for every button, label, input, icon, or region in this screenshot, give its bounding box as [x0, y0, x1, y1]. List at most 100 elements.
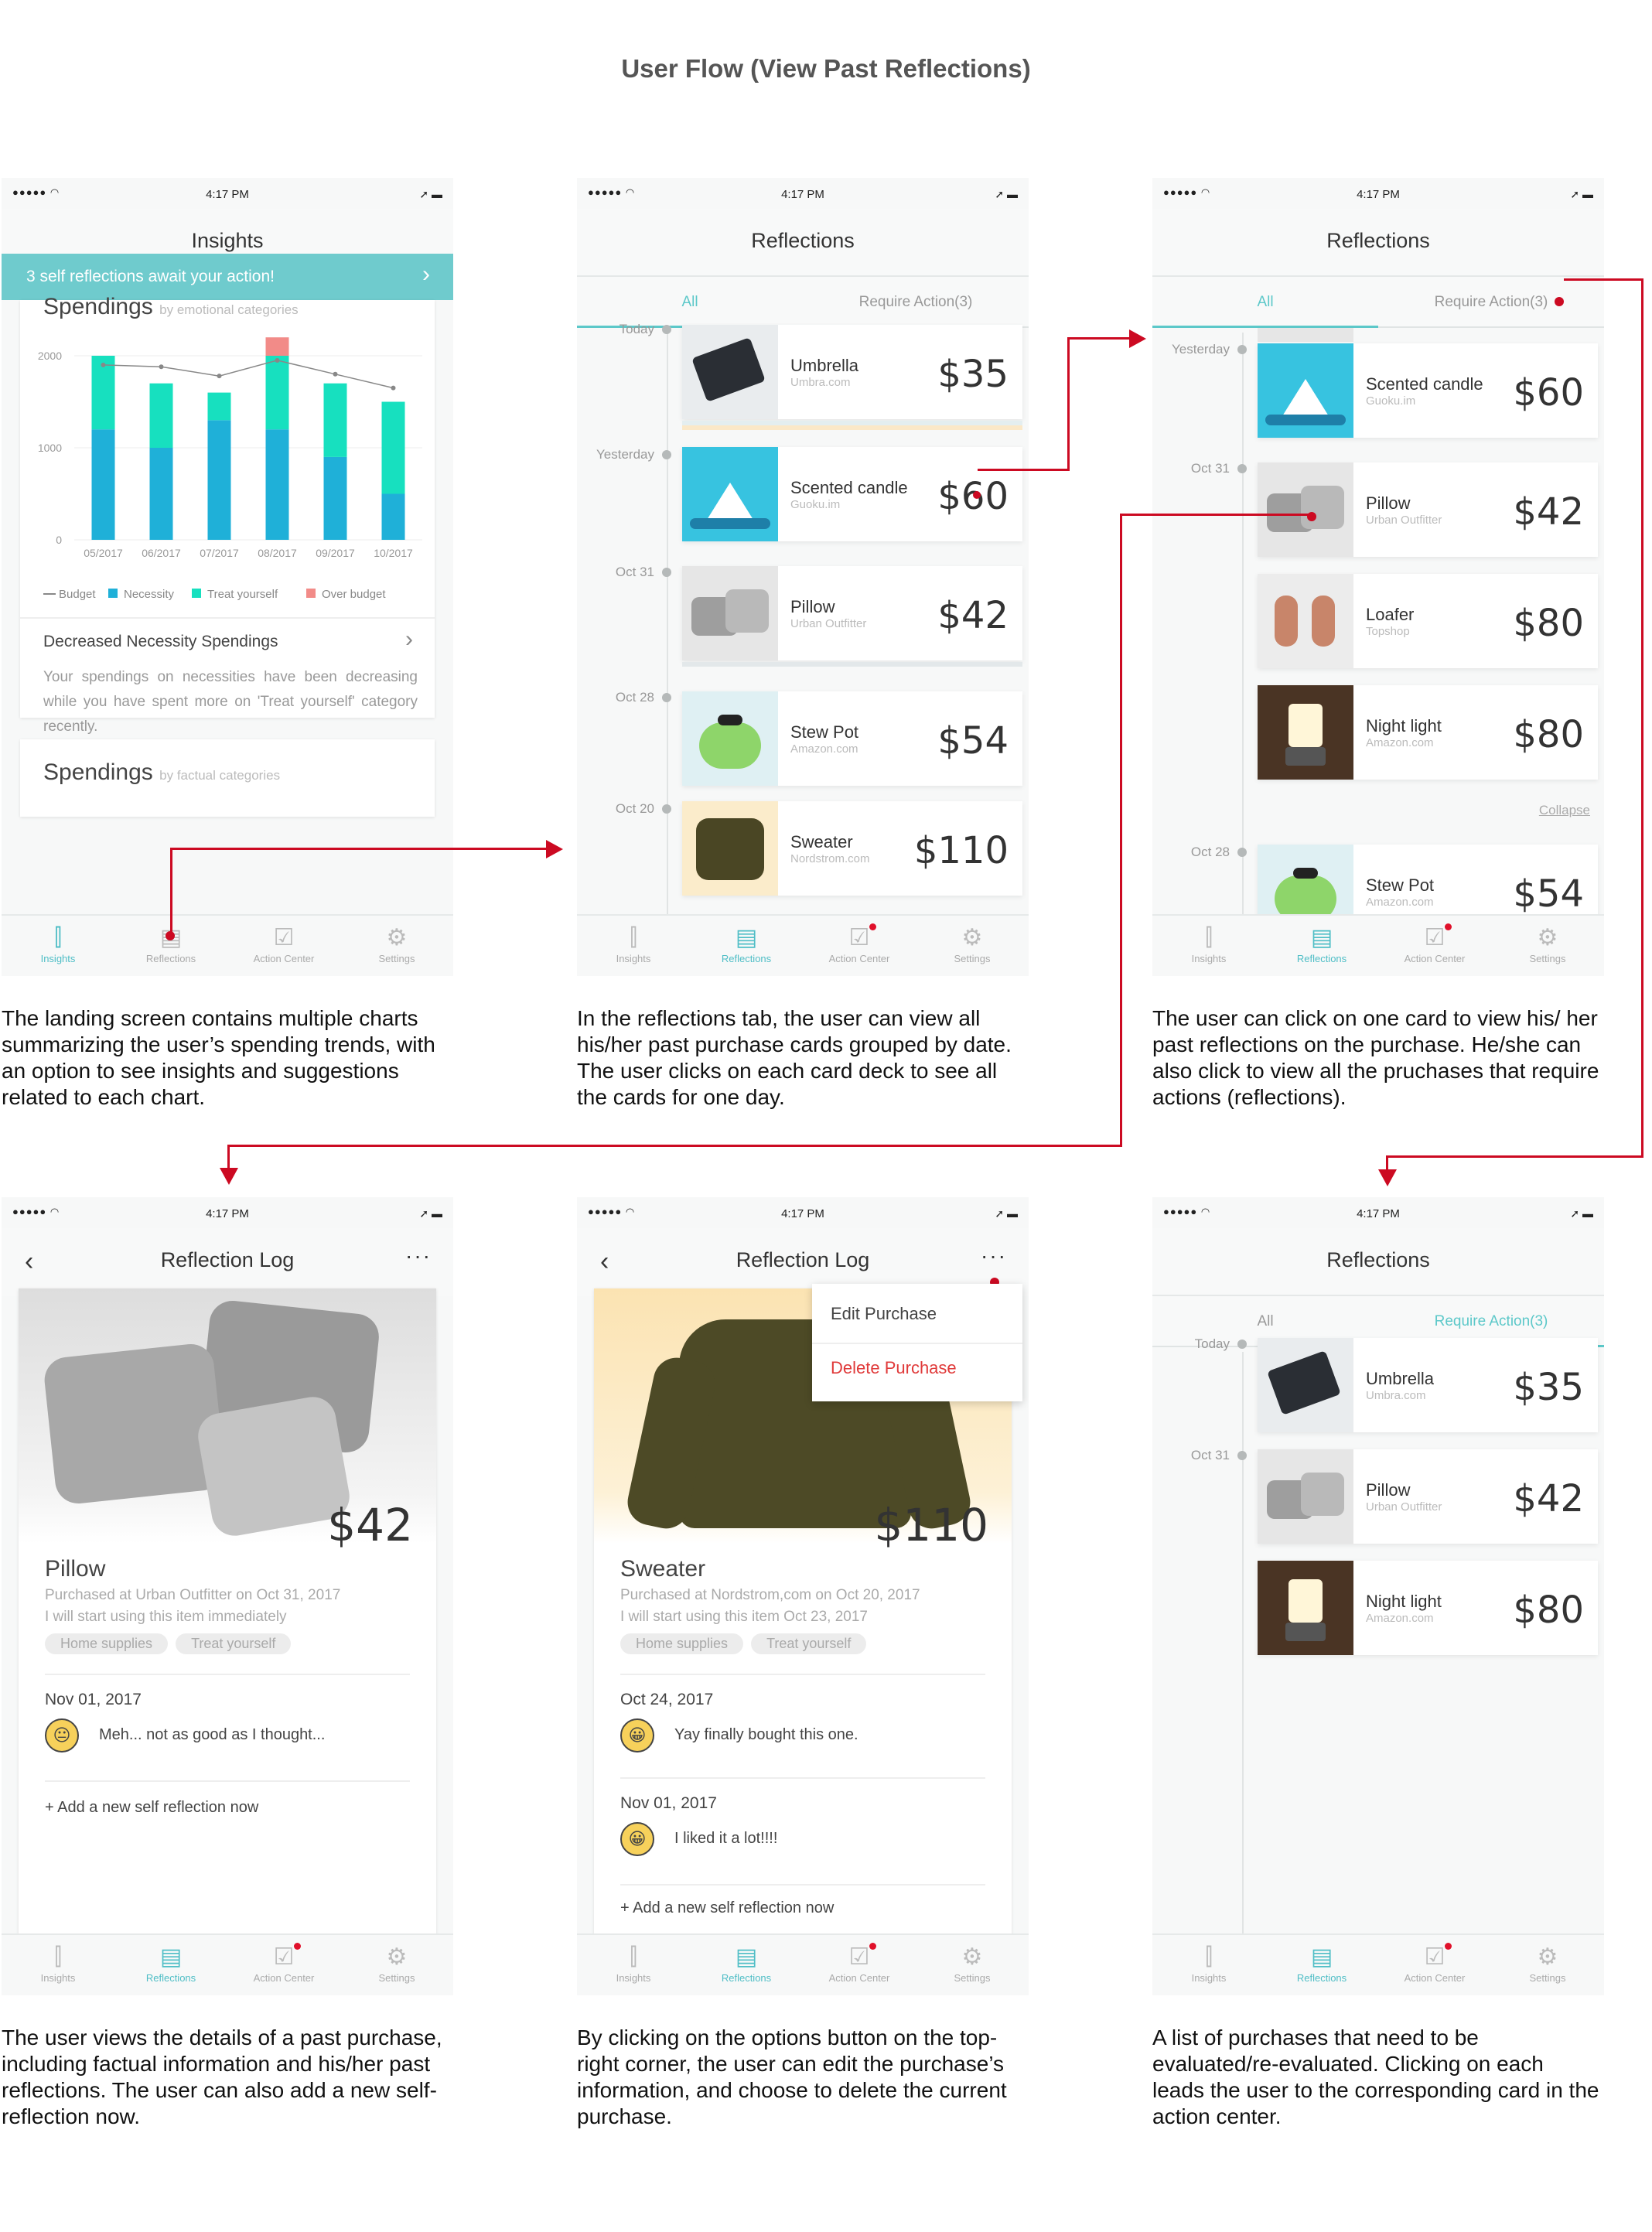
delete-purchase-menu-item[interactable]: Delete Purchase: [831, 1358, 957, 1378]
nav-action-center[interactable]: ☑ Action Center: [1378, 1943, 1491, 1984]
screen-insights: ●●●●● ◠ 4:17 PM ➚ ▬ Insights 3 self reflec…: [2, 178, 453, 976]
log-text: Yay finally bought this one.: [674, 1726, 858, 1743]
chart2-card: Spendings by factual categories: [20, 739, 435, 817]
collapse-link[interactable]: Collapse: [1539, 803, 1590, 818]
nav-reflections[interactable]: ▤Reflections: [1265, 923, 1378, 964]
nav-insights[interactable]: ⫿ Insights: [2, 923, 114, 964]
check-icon: ☑: [848, 1944, 870, 1970]
nav-reflections[interactable]: ▤Reflections: [690, 1943, 803, 1984]
nav-settings[interactable]: ⚙ Settings: [340, 1943, 453, 1984]
header-title: Reflection Log: [736, 1248, 870, 1271]
status-bar: ●●●●● ◠ 4:17 PM ➚ ▬: [2, 178, 453, 209]
spending-bar-chart: 2000 1000 0 05/2017 06/2017 07/2017 08/2017 09/…: [38, 337, 422, 601]
status-bar: ●●●●● ◠ 4:17 PM ➚ ▬: [1163, 186, 1593, 201]
neutral-face-icon: 😐: [45, 1718, 79, 1752]
chevron-right-icon[interactable]: ›: [405, 626, 413, 653]
bar-chart-icon: ⫿: [54, 1944, 62, 1970]
x-tick-label: 06/2017: [142, 547, 181, 559]
tab-require-action[interactable]: Require Action(3): [1378, 1313, 1604, 1330]
check-icon: ☑: [273, 925, 295, 950]
purchase-card[interactable]: Pillow Urban Outfitter $42: [682, 566, 1022, 667]
nav-action-center[interactable]: ☑ Action Center: [1378, 923, 1491, 964]
nav-action-center[interactable]: ☑ Action Center: [803, 923, 916, 964]
document-icon: ▤: [735, 1944, 758, 1970]
add-reflection-button[interactable]: + Add a new self reflection now: [620, 1899, 834, 1917]
nav-insights[interactable]: ⫿ Insights: [577, 1943, 690, 1984]
purchase-card[interactable]: Pillow Urban Outfitter $42: [1258, 1449, 1598, 1544]
battery-icon: ➚ ▬: [1570, 188, 1593, 200]
insight-title[interactable]: Decreased Necessity Spendings: [43, 633, 278, 651]
header-title: Reflection Log: [160, 1248, 295, 1271]
tab-all[interactable]: All: [1152, 1313, 1378, 1330]
status-bar: ●●●●● ◠ 4:17 PM ➚ ▬: [588, 1206, 1018, 1220]
purchase-card[interactable]: Scented candle Guoku.im $60: [682, 447, 1022, 541]
header-title: Insights: [191, 229, 264, 252]
document-icon: ▤: [735, 925, 758, 950]
arrow-head: [1129, 329, 1146, 348]
tab-bar: ⫿Insights ▤Reflections ☑Action Center ⚙S…: [2, 1933, 453, 1995]
purchase-card[interactable]: Scented candle Guoku.im $60: [1258, 343, 1598, 438]
nav-action-center[interactable]: ☑ Action Center: [227, 923, 340, 964]
purchase-card[interactable]: Stew Pot Amazon.com $54: [682, 691, 1022, 786]
purchase-card[interactable]: Umbrella Umbra.com $35: [682, 325, 1022, 430]
status-time: 4:17 PM: [206, 188, 249, 201]
tab-require-action[interactable]: Require Action(3): [803, 294, 1029, 311]
bar-treat-yourself: [381, 401, 405, 494]
add-reflection-button[interactable]: + Add a new self reflection now: [45, 1799, 258, 1817]
notification-dot: [1445, 923, 1452, 930]
bar-treat-yourself: [323, 383, 347, 457]
tab-require-action[interactable]: Require Action(3): [1378, 294, 1604, 311]
notification-dot: [869, 1943, 876, 1950]
tag-chip: Treat yourself: [751, 1633, 867, 1654]
legend-swatch: [306, 589, 316, 598]
more-options-icon[interactable]: ···: [405, 1244, 432, 1268]
nav-reflections[interactable]: ▤Reflections: [690, 923, 803, 964]
more-options-icon[interactable]: ···: [981, 1244, 1007, 1268]
caption: A list of purchases that need to be eval…: [1152, 2026, 1599, 2128]
purchase-card[interactable]: Night light Amazon.com $80: [1258, 1561, 1598, 1655]
nav-insights[interactable]: ⫿ Insights: [1152, 1943, 1265, 1984]
nav-settings[interactable]: ⚙ Settings: [916, 1943, 1029, 1984]
purchase-card[interactable]: Sweater Nordstrom.com $110: [682, 801, 1022, 896]
header-title: Reflections: [1326, 229, 1430, 252]
tab-all[interactable]: All: [577, 294, 803, 311]
night-light-image: [1258, 685, 1353, 780]
purchase-card[interactable]: Pillow Urban Outfitter $42: [1258, 462, 1598, 557]
nav-settings[interactable]: ⚙ Settings: [340, 923, 453, 964]
item-name: Pillow: [45, 1556, 106, 1582]
bar-necessity: [149, 448, 173, 540]
purchase-card[interactable]: Loafer Topshop $80: [1258, 574, 1598, 668]
budget-point: [391, 385, 396, 391]
nav-settings[interactable]: ⚙ Settings: [1491, 923, 1604, 964]
y-tick-label: 0: [56, 534, 62, 546]
arrow-head: [220, 1168, 238, 1185]
document-icon: ▤: [159, 1944, 183, 1970]
check-icon: ☑: [848, 925, 870, 950]
edit-purchase-menu-item[interactable]: Edit Purchase: [831, 1304, 937, 1324]
x-tick-label: 09/2017: [316, 547, 355, 559]
caption: By clicking on the options button on the…: [577, 2026, 1007, 2128]
purchase-card[interactable]: Night light Amazon.com $80: [1258, 685, 1598, 780]
tag-chip: Home supplies: [620, 1633, 744, 1654]
nav-action-center[interactable]: ☑ Action Center: [803, 1943, 916, 1984]
nav-insights[interactable]: ⫿ Insights: [2, 1943, 114, 1984]
insight-text: Your spendings on necessities have been …: [43, 669, 418, 735]
chart-subtitle: by emotional categories: [159, 302, 299, 317]
nav-reflections[interactable]: ▤Reflections: [1265, 1943, 1378, 1984]
nav-settings[interactable]: ⚙ Settings: [1491, 1943, 1604, 1984]
nav-action-center[interactable]: ☑ Action Center: [227, 1943, 340, 1984]
tab-all[interactable]: All: [1152, 294, 1378, 311]
x-tick-label: 10/2017: [374, 547, 413, 559]
budget-point: [159, 364, 164, 370]
nav-reflections[interactable]: ▤Reflections: [114, 1943, 227, 1984]
nav-insights[interactable]: ⫿ Insights: [577, 923, 690, 964]
nav-insights[interactable]: ⫿ Insights: [1152, 923, 1265, 964]
tab-bar: ⫿Insights ▤Reflections ☑Action Center ⚙S…: [1152, 914, 1604, 976]
purchase-card[interactable]: Umbrella Umbra.com $35: [1258, 1338, 1598, 1432]
gear-icon: ⚙: [961, 1944, 983, 1970]
battery-icon: ➚ ▬: [995, 1207, 1018, 1220]
document-icon: ▤: [1310, 925, 1333, 950]
action-banner[interactable]: 3 self reflections await your action! ›: [2, 254, 453, 300]
nav-settings[interactable]: ⚙ Settings: [916, 923, 1029, 964]
date-label: Yesterday: [1172, 342, 1230, 357]
